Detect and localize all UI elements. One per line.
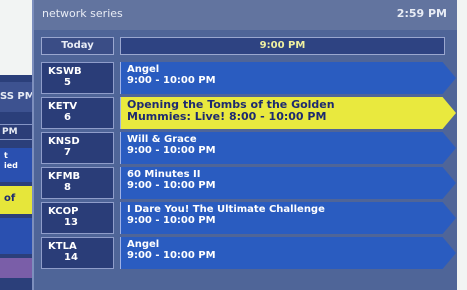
channel-number: 8 bbox=[64, 182, 71, 193]
program-time: 9:00 - 10:00 PM bbox=[127, 145, 216, 156]
program-time: 9:00 - 10:00 PM bbox=[127, 180, 216, 191]
channel-number: 13 bbox=[64, 217, 78, 228]
channel-call-sign: KCOP bbox=[48, 206, 79, 217]
channel-number: 6 bbox=[64, 112, 71, 123]
channel-call-sign: KSWB bbox=[48, 66, 82, 77]
channel-call-sign: KNSD bbox=[48, 136, 80, 147]
channel-call-sign: KFMB bbox=[48, 171, 81, 182]
time-slot-header[interactable]: 9:00 PM bbox=[120, 37, 445, 55]
program-title: Angel bbox=[127, 64, 160, 75]
program-time: 9:00 - 10:00 PM bbox=[127, 215, 216, 226]
program-cell[interactable]: Angel 9:00 - 10:00 PM bbox=[120, 62, 456, 94]
program-guide-window: network series 2:59 PM Today 9:00 PM KSW… bbox=[32, 0, 457, 290]
program-title: Angel bbox=[127, 239, 160, 250]
channel-call-sign: KTLA bbox=[48, 241, 77, 252]
program-time: Mummies: Live! 8:00 - 10:00 PM bbox=[127, 110, 327, 123]
guide-title: network series bbox=[42, 7, 123, 20]
channel-number: 14 bbox=[64, 252, 78, 263]
program-cell-selected[interactable]: Opening the Tombs of the Golden Mummies: … bbox=[120, 97, 456, 129]
channel-cell[interactable]: KTLA 14 bbox=[41, 237, 114, 269]
channel-number: 5 bbox=[64, 77, 71, 88]
channel-call-sign: KETV bbox=[48, 101, 78, 112]
channel-cell[interactable]: KNSD 7 bbox=[41, 132, 114, 164]
program-title: Will & Grace bbox=[127, 134, 197, 145]
channel-cell[interactable]: KCOP 13 bbox=[41, 202, 114, 234]
clock: 2:59 PM bbox=[396, 7, 447, 20]
channel-cell[interactable]: KETV 6 bbox=[41, 97, 114, 129]
channel-cell[interactable]: KFMB 8 bbox=[41, 167, 114, 199]
channel-number: 7 bbox=[64, 147, 71, 158]
program-title: 60 Minutes II bbox=[127, 169, 201, 180]
program-cell[interactable]: Angel 9:00 - 10:00 PM bbox=[120, 237, 456, 269]
guide-title-bar: network series 2:59 PM bbox=[34, 0, 457, 30]
today-button[interactable]: Today bbox=[41, 37, 114, 55]
program-title: I Dare You! The Ultimate Challenge bbox=[127, 204, 325, 215]
channel-cell[interactable]: KSWB 5 bbox=[41, 62, 114, 94]
program-cell[interactable]: Will & Grace 9:00 - 10:00 PM bbox=[120, 132, 456, 164]
program-time: 9:00 - 10:00 PM bbox=[127, 75, 216, 86]
program-cell[interactable]: 60 Minutes II 9:00 - 10:00 PM bbox=[120, 167, 456, 199]
program-cell[interactable]: I Dare You! The Ultimate Challenge 9:00 -… bbox=[120, 202, 456, 234]
program-time: 9:00 - 10:00 PM bbox=[127, 250, 216, 261]
